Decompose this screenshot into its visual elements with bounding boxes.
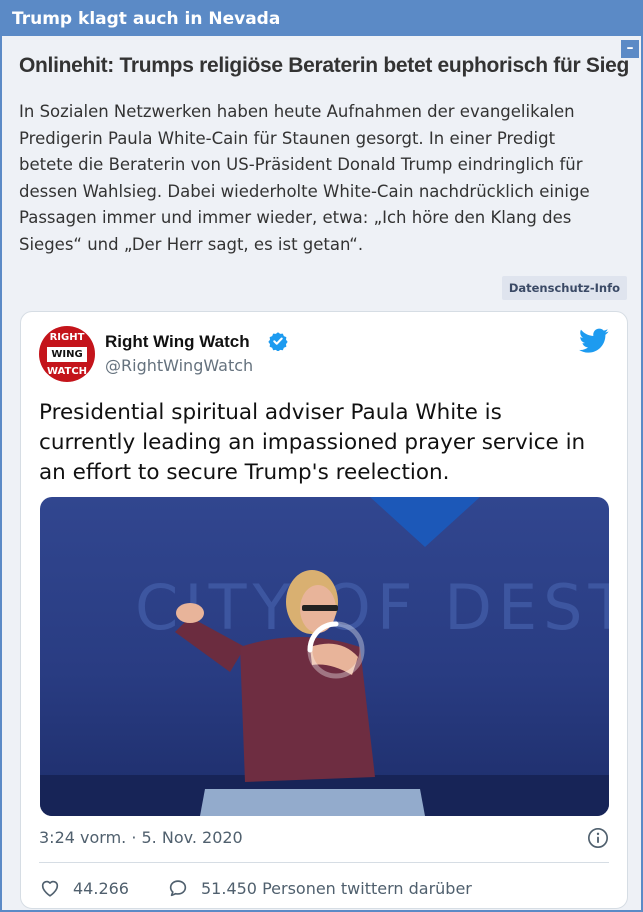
like-count: 44.266 bbox=[73, 878, 129, 898]
body-line: In Sozialen Netzwerken haben heute Aufna… bbox=[19, 102, 575, 121]
article-body: In Sozialen Netzwerken haben heute Aufna… bbox=[19, 99, 631, 258]
replies-button[interactable]: 51.450 Personen twittern darüber bbox=[167, 876, 472, 900]
body-line: dessen Wahlsieg. Dabei wiederholte White… bbox=[19, 181, 590, 201]
video-frame: CITY OF DEST bbox=[40, 497, 609, 816]
like-button[interactable]: 44.266 bbox=[39, 876, 129, 900]
replies-label: 51.450 Personen twittern darüber bbox=[201, 878, 472, 898]
body-line: Passagen immer und immer wieder, etwa: „… bbox=[19, 208, 572, 227]
twitter-bird-icon[interactable] bbox=[579, 328, 609, 354]
tweet-timestamp[interactable]: 3:24 vorm. · 5. Nov. 2020 bbox=[39, 828, 243, 847]
section-title: Trump klagt auch in Nevada bbox=[2, 2, 641, 36]
verified-badge-icon bbox=[268, 332, 288, 351]
tweet-text: Presidential spiritual adviser Paula Whi… bbox=[39, 398, 619, 488]
avatar-text-top: RIGHT bbox=[49, 332, 85, 343]
pulpit bbox=[200, 789, 425, 816]
privacy-info-button[interactable]: Datenschutz-Info bbox=[501, 276, 627, 300]
info-icon[interactable] bbox=[587, 827, 609, 849]
author-name[interactable]: Right Wing Watch bbox=[105, 332, 250, 352]
avatar-text-middle: WING bbox=[47, 347, 87, 362]
speaker-glasses bbox=[302, 605, 338, 611]
body-line: Predigerin Paula White-Cain für Staunen … bbox=[19, 128, 556, 148]
tweet-text-line: Presidential spiritual adviser Paula Whi… bbox=[39, 400, 502, 425]
body-line: betete die Beraterin von US-Präsident Do… bbox=[19, 155, 583, 174]
heart-icon bbox=[41, 880, 59, 897]
avatar-text-bottom: WATCH bbox=[46, 366, 88, 377]
body-line: Sieges“ und „Der Herr sagt, es ist getan… bbox=[19, 234, 364, 254]
article-headline: Onlinehit: Trumps religiöse Beraterin be… bbox=[19, 54, 630, 77]
divider bbox=[39, 862, 609, 863]
live-ticker-panel: Trump klagt auch in Nevada – Onlinehit: … bbox=[0, 0, 643, 912]
embedded-tweet[interactable]: RIGHT WING WATCH Right Wing Watch @Right… bbox=[20, 311, 628, 909]
speech-bubble-icon bbox=[169, 880, 187, 897]
tweet-text-line: currently leading an impassioned prayer … bbox=[39, 430, 586, 455]
avatar[interactable]: RIGHT WING WATCH bbox=[39, 326, 95, 382]
speaker-hand bbox=[176, 603, 204, 623]
tweet-text-line: an effort to secure Trump's reelection. bbox=[39, 460, 450, 485]
author-handle[interactable]: @RightWingWatch bbox=[105, 356, 253, 375]
video-player[interactable]: CITY OF DEST bbox=[40, 497, 609, 816]
heart-backdrop-shape bbox=[370, 497, 480, 547]
